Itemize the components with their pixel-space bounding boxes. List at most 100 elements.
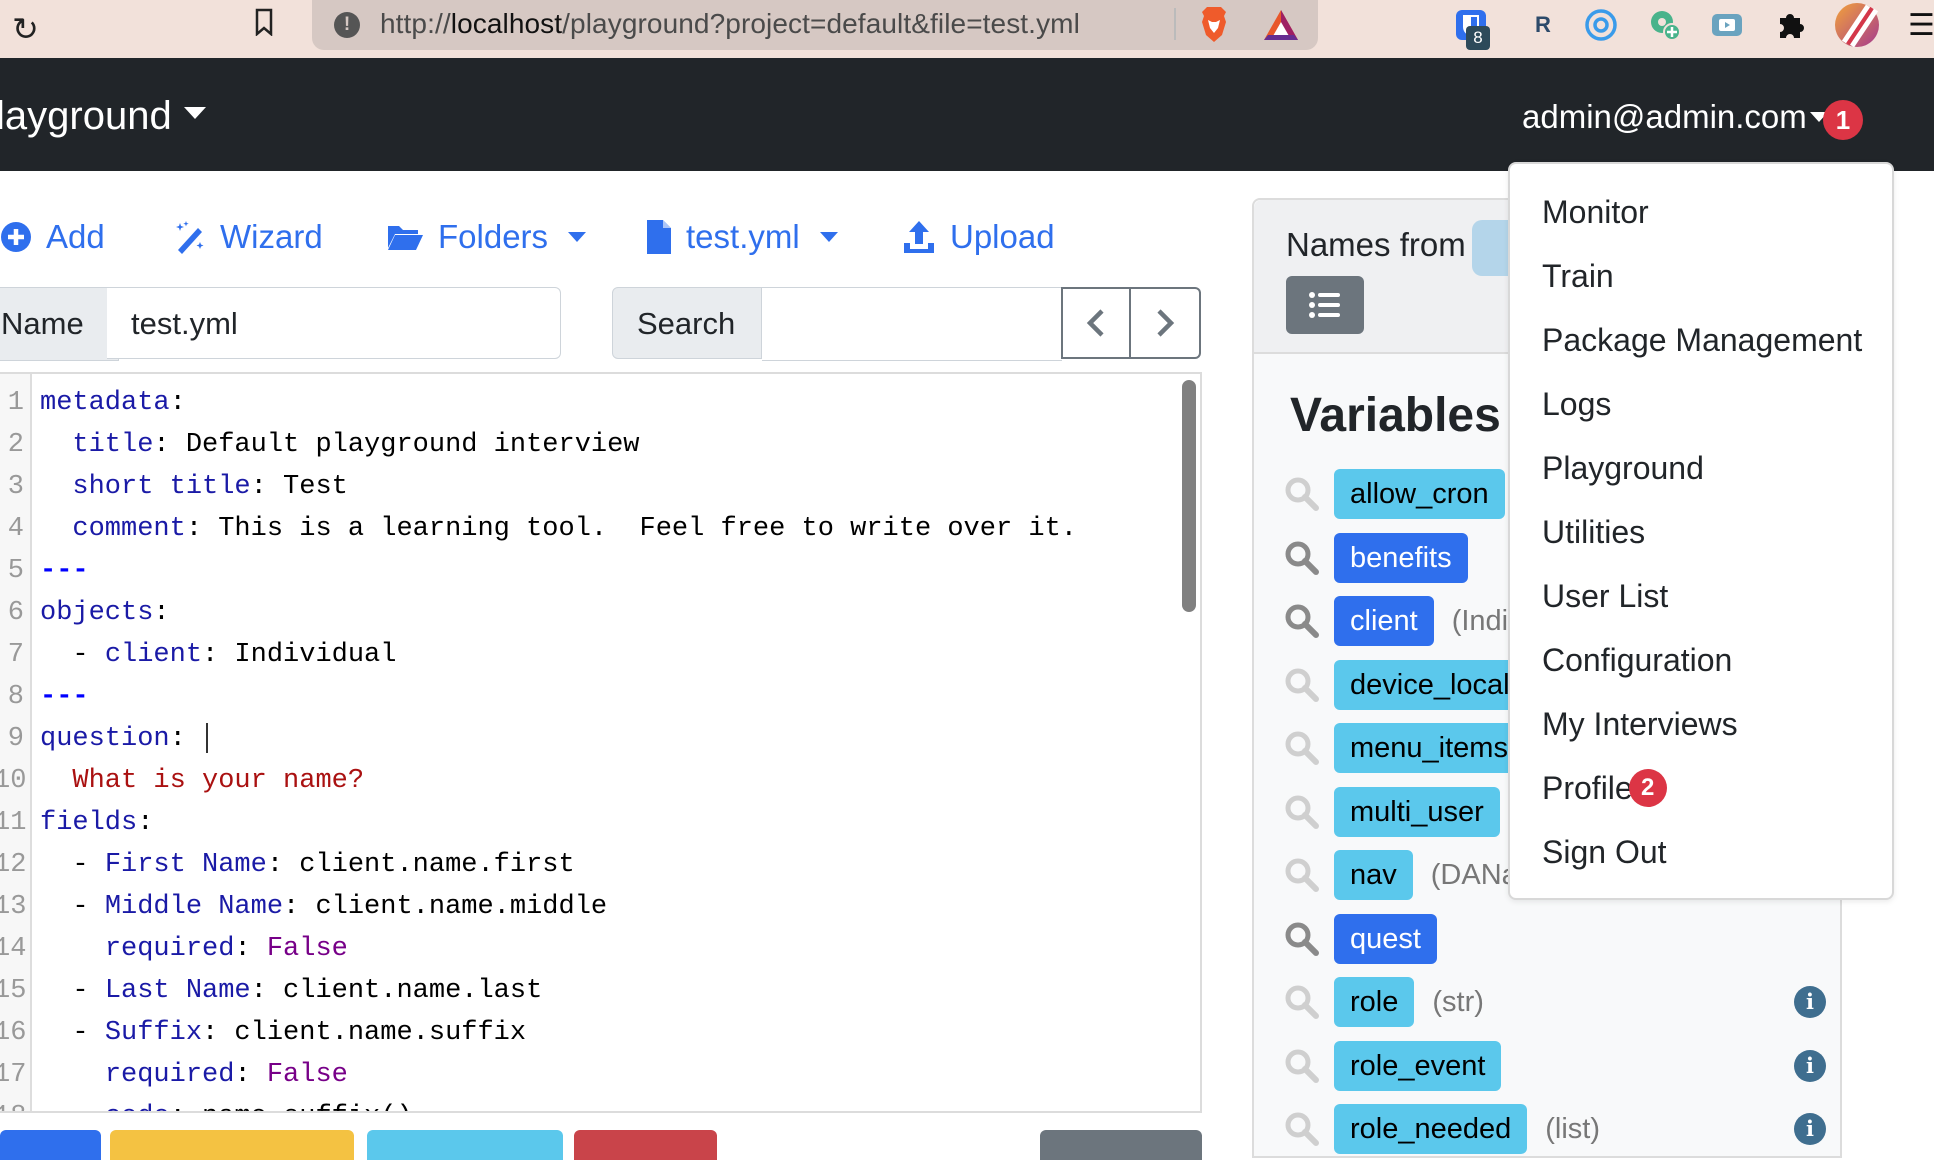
url-text[interactable]: http://localhost/playground?project=defa… xyxy=(380,8,1080,40)
menu-item-playground[interactable]: Playground xyxy=(1542,448,1704,488)
menu-item-profile[interactable]: Profile 2 xyxy=(1542,768,1667,808)
delete-button[interactable] xyxy=(574,1130,717,1160)
variable-pill[interactable]: multi_user xyxy=(1334,786,1500,837)
menu-item-sign-out[interactable]: Sign Out xyxy=(1542,832,1667,872)
search-usage-icon[interactable] xyxy=(1284,984,1320,1020)
search-usage-icon[interactable] xyxy=(1284,1048,1320,1084)
line-text[interactable]: title: Default playground interview xyxy=(40,424,639,466)
code-line[interactable]: 11 fields: xyxy=(0,802,1200,844)
info-icon[interactable]: i xyxy=(1794,1113,1826,1145)
line-text[interactable]: comment: This is a learning tool. Feel f… xyxy=(40,508,1077,550)
code-line[interactable]: 2 title: Default playground interview xyxy=(0,424,1200,466)
menu-item-logs[interactable]: Logs xyxy=(1542,384,1611,424)
code-line[interactable]: 13 - Middle Name: client.name.middle xyxy=(0,886,1200,928)
code-line[interactable]: 16 - Suffix: client.name.suffix xyxy=(0,1012,1200,1054)
line-text[interactable]: short title: Test xyxy=(40,466,347,508)
line-text[interactable]: required: False xyxy=(40,928,348,970)
user-menu-toggle[interactable]: admin@admin.com xyxy=(1522,98,1807,136)
line-text[interactable]: - Suffix: client.name.suffix xyxy=(40,1012,526,1054)
code-line[interactable]: 14 required: False xyxy=(0,928,1200,970)
search-usage-icon[interactable] xyxy=(1284,476,1320,512)
save-and-run-button[interactable] xyxy=(110,1130,354,1160)
menu-item-utilities[interactable]: Utilities xyxy=(1542,512,1645,552)
search-next-button[interactable] xyxy=(1131,287,1201,359)
line-text[interactable]: --- xyxy=(40,550,89,592)
code-line[interactable]: 1 metadata: xyxy=(0,382,1200,424)
variable-pill[interactable]: quest xyxy=(1334,913,1437,964)
line-text[interactable]: --- xyxy=(40,676,89,718)
brave-shields-icon[interactable] xyxy=(1197,6,1231,44)
variable-pill[interactable]: allow_cron xyxy=(1334,469,1505,519)
r-extension-icon[interactable]: R xyxy=(1526,8,1560,42)
profile-avatar-icon[interactable] xyxy=(1834,2,1880,48)
line-text[interactable]: - Middle Name: client.name.middle xyxy=(40,886,607,928)
code-line[interactable]: 5 --- xyxy=(0,550,1200,592)
share-link-button[interactable] xyxy=(1040,1130,1202,1160)
reload-icon[interactable]: ↻ xyxy=(12,10,39,48)
add-button[interactable]: Add xyxy=(0,218,105,256)
line-text[interactable]: question: xyxy=(40,718,209,760)
code-line[interactable]: 18 code: name_suffix() xyxy=(0,1096,1200,1111)
menu-item-user-list[interactable]: User List xyxy=(1542,576,1668,616)
line-text[interactable]: required: False xyxy=(40,1054,348,1096)
bookmark-icon[interactable] xyxy=(255,8,273,36)
code-line[interactable]: 6 objects: xyxy=(0,592,1200,634)
info-icon[interactable]: i xyxy=(1794,1049,1826,1082)
brave-rewards-icon[interactable] xyxy=(1262,8,1300,42)
line-text[interactable]: - Last Name: client.name.last xyxy=(40,970,542,1012)
list-toggle-button[interactable] xyxy=(1286,276,1364,334)
code-line[interactable]: 4 comment: This is a learning tool. Feel… xyxy=(0,508,1200,550)
line-text[interactable]: - client: Individual xyxy=(40,634,396,676)
search-usage-icon[interactable] xyxy=(1284,603,1320,639)
search-usage-icon[interactable] xyxy=(1284,540,1320,576)
at-extension-icon[interactable] xyxy=(1584,8,1618,42)
variable-pill[interactable]: role_needed xyxy=(1334,1104,1528,1154)
brand-dropdown[interactable]: layground xyxy=(0,94,206,139)
code-line[interactable]: 12 - First Name: client.name.first xyxy=(0,844,1200,886)
variable-pill[interactable]: menu_items xyxy=(1334,723,1524,773)
variable-pill[interactable]: role xyxy=(1334,977,1415,1027)
search-usage-icon[interactable] xyxy=(1284,1111,1320,1147)
menu-item-my-interviews[interactable]: My Interviews xyxy=(1542,704,1738,744)
variable-pill[interactable]: device_local xyxy=(1334,659,1526,710)
code-line[interactable]: 10 What is your name? xyxy=(0,760,1200,802)
search-previous-button[interactable] xyxy=(1061,287,1131,359)
variable-pill[interactable]: client xyxy=(1334,596,1434,646)
extensions-puzzle-icon[interactable] xyxy=(1774,8,1808,42)
search-input[interactable] xyxy=(762,287,1062,361)
code-line[interactable]: 8 --- xyxy=(0,676,1200,718)
code-line[interactable]: 15 - Last Name: client.name.last xyxy=(0,970,1200,1012)
search-usage-icon[interactable] xyxy=(1284,921,1320,957)
search-usage-icon[interactable] xyxy=(1284,794,1320,830)
save-button[interactable] xyxy=(0,1130,101,1160)
code-editor[interactable]: 1 metadata: 2 title: Default playground in… xyxy=(0,372,1202,1113)
media-extension-icon[interactable] xyxy=(1710,8,1744,42)
info-icon[interactable]: i xyxy=(1794,986,1826,1018)
line-text[interactable]: fields: xyxy=(40,802,153,844)
editor-scrollbar[interactable] xyxy=(1182,380,1196,612)
menu-item-train[interactable]: Train xyxy=(1542,256,1614,296)
share-button[interactable] xyxy=(367,1130,563,1160)
line-text[interactable]: metadata: xyxy=(40,382,186,424)
name-input[interactable]: test.yml xyxy=(107,287,561,359)
menu-icon[interactable]: ☰ xyxy=(1908,8,1934,43)
menu-item-configuration[interactable]: Configuration xyxy=(1542,640,1732,680)
variable-pill[interactable]: benefits xyxy=(1334,532,1468,583)
line-text[interactable]: objects: xyxy=(40,592,170,634)
upload-button[interactable]: Upload xyxy=(902,218,1055,256)
line-text[interactable]: - First Name: client.name.first xyxy=(40,844,574,886)
menu-item-package-management[interactable]: Package Management xyxy=(1542,320,1862,360)
folders-dropdown[interactable]: Folders xyxy=(386,218,587,256)
menu-item-monitor[interactable]: Monitor xyxy=(1542,192,1649,232)
address-bar[interactable]: ! http://localhost/playground?project=de… xyxy=(312,0,1318,50)
line-text[interactable]: code: name_suffix() xyxy=(40,1096,413,1111)
search-usage-icon[interactable] xyxy=(1284,667,1320,703)
site-warning-icon[interactable]: ! xyxy=(334,12,360,38)
code-line[interactable]: 7 - client: Individual xyxy=(0,634,1200,676)
code-line[interactable]: 3 short title: Test xyxy=(0,466,1200,508)
variable-pill[interactable]: nav xyxy=(1334,850,1413,900)
search-usage-icon[interactable] xyxy=(1284,857,1320,893)
plus-extension-icon[interactable] xyxy=(1648,8,1682,42)
variable-pill[interactable]: role_event xyxy=(1334,1040,1502,1091)
search-usage-icon[interactable] xyxy=(1284,730,1320,766)
